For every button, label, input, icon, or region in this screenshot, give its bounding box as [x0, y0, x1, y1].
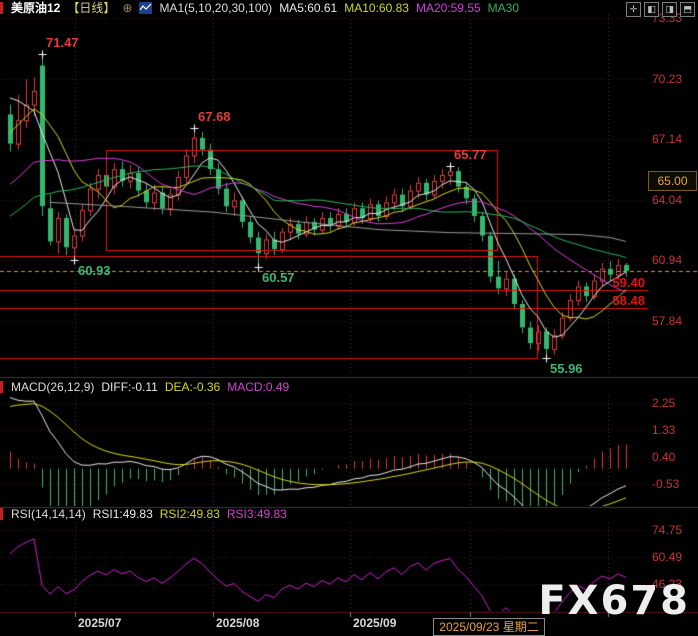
- pane-left-icon[interactable]: ◧: [644, 2, 659, 17]
- rsi2-value: RSI2:49.83: [160, 507, 220, 521]
- ma-settings-label[interactable]: MA1(5,10,20,30,100): [159, 1, 272, 15]
- indicator-chart-icon[interactable]: [139, 2, 152, 14]
- rsi3-value: RSI3:49.83: [227, 507, 287, 521]
- chart-canvas[interactable]: [0, 0, 698, 636]
- ma20-value: MA20:59.55: [416, 1, 481, 15]
- pane-right-icon[interactable]: ◨: [662, 2, 677, 17]
- circle-plus-icon[interactable]: ⊕: [122, 1, 132, 15]
- watermark-logo: FX678: [538, 578, 690, 624]
- period-label[interactable]: 【日线】: [67, 0, 115, 16]
- ma10-value: MA10:60.83: [344, 1, 409, 15]
- panel-marker-bar: [0, 381, 3, 393]
- diff-value: DIFF:-0.11: [101, 380, 157, 394]
- ma30-value: MA30: [488, 1, 519, 15]
- macd-title[interactable]: MACD(26,12,9): [11, 380, 94, 394]
- rsi-panel-header: RSI(14,14,14) RSI1:49.83 RSI2:49.83 RSI3…: [0, 506, 287, 521]
- rsi1-value: RSI1:49.83: [93, 507, 153, 521]
- panel-marker-bar: [0, 2, 3, 14]
- dea-value: DEA:-0.36: [165, 380, 220, 394]
- window-toolbar: ✛ ◧ ◨ ⬒: [626, 2, 695, 17]
- rsi-title[interactable]: RSI(14,14,14): [11, 507, 86, 521]
- symbol-name[interactable]: 美原油12: [11, 0, 60, 16]
- macd-value: MACD:0.49: [227, 380, 289, 394]
- main-chart-header: 美原油12 【日线】 ⊕ MA1(5,10,20,30,100) MA5:60.…: [0, 0, 519, 15]
- crosshair-icon[interactable]: ✛: [626, 2, 641, 17]
- trading-app-window: { "header": { "symbol": "美原油12", "period…: [0, 0, 698, 636]
- selected-date-box[interactable]: 2025/09/23 星期二: [433, 618, 545, 636]
- macd-panel-header: MACD(26,12,9) DIFF:-0.11 DEA:-0.36 MACD:…: [0, 379, 289, 394]
- pane-expand-icon[interactable]: ⬒: [680, 2, 695, 17]
- ma5-value: MA5:60.61: [279, 1, 337, 15]
- panel-marker-bar: [0, 508, 3, 520]
